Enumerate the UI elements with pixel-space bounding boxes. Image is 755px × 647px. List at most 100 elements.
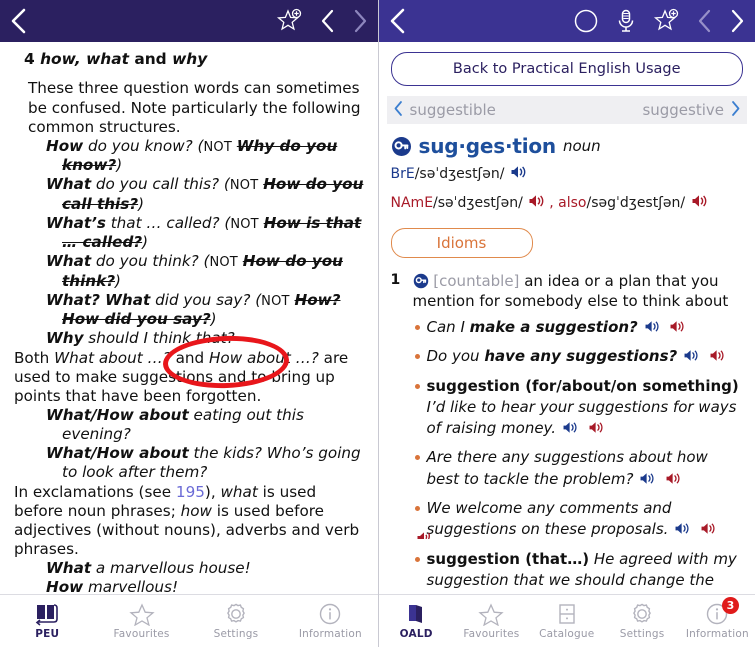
circle-icon[interactable] — [573, 8, 599, 34]
example-bold: have any suggestions? — [484, 347, 678, 366]
tab-label: Settings — [213, 628, 259, 640]
gear-icon — [629, 602, 655, 626]
example-pre: Can I — [426, 318, 470, 336]
list-item: Are there any suggestions about how best… — [413, 447, 744, 492]
tab-favourites[interactable]: Favourites — [94, 595, 188, 647]
tab-information[interactable]: Information — [283, 595, 377, 647]
oxford-key-icon — [391, 136, 412, 157]
tab-information[interactable]: 3 Information — [680, 595, 755, 647]
list-item: What do you think? (NOT How do you think… — [46, 252, 343, 290]
peu-panel: 4 how, what and why These three question… — [0, 0, 379, 647]
list-item: What a marvellous house! — [46, 559, 251, 578]
tab-label: Information — [298, 628, 362, 640]
section-word-how: how, — [40, 50, 81, 68]
oald-tabbar: OALD Favourites Catalogue Settings 3 Inf… — [378, 594, 755, 647]
speaker-blue-icon[interactable] — [644, 319, 663, 340]
tab-settings[interactable]: Settings — [189, 595, 283, 647]
next-word-label[interactable]: suggestive — [642, 101, 724, 119]
star-icon — [477, 602, 505, 626]
list-item: Can I make a suggestion? — [413, 317, 744, 340]
back-icon[interactable] — [10, 8, 27, 34]
next-page-icon[interactable] — [352, 8, 368, 34]
speaker-blue-icon[interactable] — [562, 420, 581, 441]
tab-label: Catalogue — [539, 628, 595, 640]
info-circle-icon — [317, 602, 343, 626]
oxford-key-icon — [413, 273, 429, 289]
section-word-why: why — [172, 50, 208, 68]
back-to-peu-button[interactable]: Back to Practical English Usage — [390, 52, 743, 86]
section-word-what: what — [86, 50, 129, 68]
grammar-label: [countable] — [433, 272, 520, 290]
tab-settings[interactable]: Settings — [604, 595, 679, 647]
peu-intro-paragraph: These three question words can sometimes… — [28, 79, 361, 136]
cross-reference-link[interactable]: 195 — [176, 483, 205, 501]
example-bold: make a suggestion? — [469, 318, 638, 336]
tab-label: PEU — [35, 628, 60, 640]
speaker-blue-icon[interactable] — [674, 521, 693, 542]
pronunciation-name: NAmE/səˈdʒestʃən/ , also/səgˈdʒestʃən/ — [391, 193, 744, 216]
next-entry-icon[interactable] — [729, 8, 745, 34]
list-item: What’s that … called? (NOT How is that …… — [46, 213, 362, 252]
list-item: What/How about eating out this evening? — [46, 405, 304, 444]
variety-label-name: NAmE — [390, 195, 434, 211]
peu-tabbar: PEU Favourites Settings Information — [0, 594, 378, 647]
speaker-red-icon[interactable] — [709, 348, 728, 369]
book-icon — [32, 602, 62, 626]
example-post: I’d like to hear your suggestions for wa… — [426, 397, 737, 438]
peu-exclamations-paragraph: In exclamations (see 195), what is used … — [14, 482, 360, 558]
speaker-blue-icon[interactable] — [510, 164, 530, 187]
speaker-blue-icon[interactable] — [683, 348, 702, 369]
speaker-red-icon[interactable] — [528, 193, 548, 216]
next-word-icon[interactable] — [730, 100, 741, 121]
example-pattern: suggestion (that…) — [426, 549, 590, 568]
tab-label: Favourites — [463, 628, 520, 640]
prev-page-icon[interactable] — [320, 8, 336, 34]
notification-badge: 3 — [721, 597, 739, 614]
peu-example-list-1: How do you know? (NOT Why do you know?) … — [14, 137, 364, 349]
list-item: suggestion (that…) He agreed with my sug… — [413, 549, 744, 595]
list-item: How do you know? (NOT Why do you know?) — [46, 136, 338, 175]
peu-content: 4 how, what and why These three question… — [0, 42, 378, 595]
prev-word-label[interactable]: suggestible — [410, 101, 643, 119]
example-pattern: suggestion (for/about/on something) — [426, 376, 739, 395]
speaker-red-icon[interactable] — [691, 193, 711, 216]
microphone-icon[interactable] — [615, 8, 637, 34]
entry-headline: sug·ges·tion noun — [391, 134, 744, 158]
section-number: 4 — [24, 50, 35, 68]
speaker-red-icon-clipped[interactable] — [415, 524, 437, 543]
ipa-name: /səˈdʒestʃən/ — [433, 195, 523, 211]
ipa-name-alt: /səgˈdʒestʃən/ — [586, 195, 686, 211]
variety-label-bre: BrE — [390, 166, 415, 182]
tab-label: Information — [685, 628, 749, 640]
example-list: Can I make a suggestion? Do you have any… — [413, 317, 744, 595]
sense-number: 1 — [390, 272, 401, 288]
oald-header — [378, 0, 755, 42]
gear-icon — [223, 602, 249, 626]
book-icon — [402, 602, 430, 626]
prev-word-icon[interactable] — [393, 100, 404, 121]
tab-favourites[interactable]: Favourites — [454, 595, 529, 647]
back-icon[interactable] — [389, 8, 406, 34]
star-plus-icon[interactable] — [276, 8, 304, 34]
tab-oald[interactable]: OALD — [379, 595, 454, 647]
list-item: Do you have any suggestions? — [413, 346, 744, 369]
headword: sug·ges·tion — [418, 134, 557, 158]
idioms-button[interactable]: Idioms — [390, 228, 533, 258]
tab-catalogue[interactable]: Catalogue — [529, 595, 604, 647]
speaker-red-icon[interactable] — [669, 319, 688, 340]
dual-pane-dictionary-app: 4 how, what and why These three question… — [0, 0, 755, 647]
section-and: and — [134, 50, 167, 68]
speaker-red-icon[interactable] — [700, 521, 719, 542]
list-item: suggestion (for/about/on something) I’d … — [413, 376, 744, 442]
star-plus-icon[interactable] — [653, 8, 681, 34]
speaker-red-icon[interactable] — [588, 420, 607, 441]
prev-entry-icon[interactable] — [697, 8, 713, 34]
tab-label: Favourites — [113, 628, 170, 640]
list-item: What/How about the kids? Who’s going to … — [46, 444, 361, 482]
entry-nav-strip: suggestible suggestive — [386, 96, 747, 124]
tab-peu[interactable]: PEU — [0, 595, 94, 647]
speaker-blue-icon[interactable] — [639, 471, 658, 492]
speaker-red-icon[interactable] — [665, 471, 684, 492]
example-pre: Do you — [426, 347, 485, 366]
list-item: How marvellous! — [46, 578, 179, 595]
